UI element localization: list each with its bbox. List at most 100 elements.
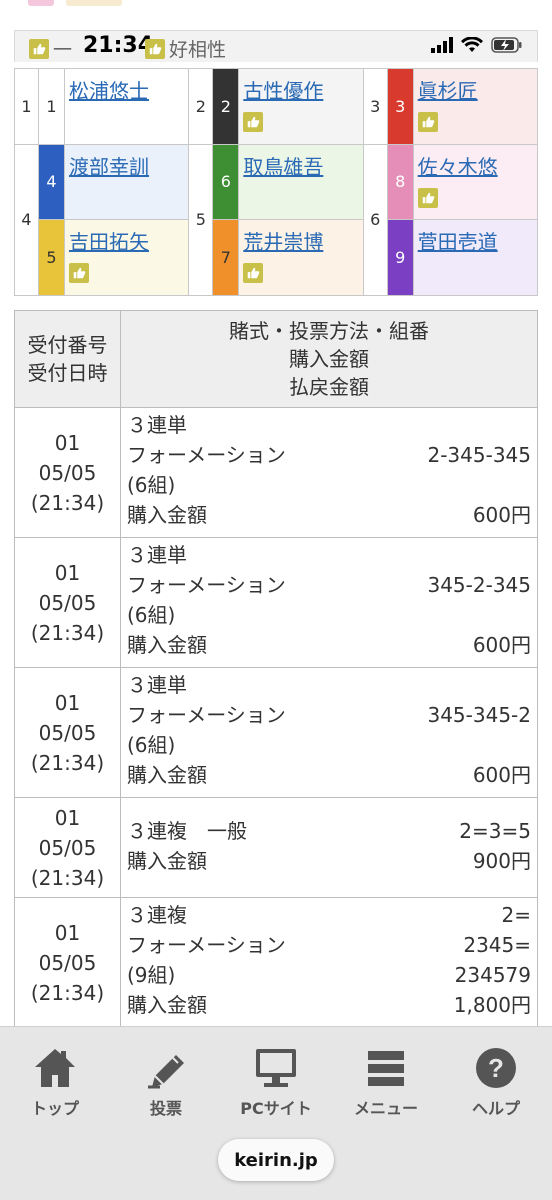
- bet-method-row: フォーメーション 345-345-2: [127, 700, 531, 730]
- legend-label-1: 一: [53, 39, 73, 61]
- column-header-receipt: 受付番号 受付日時: [14, 310, 121, 408]
- amount-row: 購入金額 900円: [127, 846, 531, 876]
- amount-label: 購入金額: [127, 503, 207, 527]
- thumbs-up-icon: [417, 187, 438, 208]
- nav-menu-button[interactable]: メニュー: [331, 1043, 441, 1119]
- nav-top-button[interactable]: トップ: [0, 1043, 110, 1119]
- bet-detail-cell: ３連単 フォーメーション 345-2-345 (6組) 購入金額 600円: [120, 537, 538, 668]
- bet-method: フォーメーション: [127, 703, 286, 727]
- lane-number: 4: [14, 143, 39, 297]
- amount-label: 購入金額: [127, 763, 207, 787]
- bet-sets: (9組): [127, 963, 176, 987]
- rider-name-link[interactable]: 松浦悠士: [69, 75, 184, 104]
- rider-name-link[interactable]: 眞杉匠: [418, 75, 533, 104]
- svg-text:?: ?: [488, 1053, 504, 1083]
- rider-lineup-table: 1 1 松浦悠士 2 2 古性優作 3 3 眞杉匠 4 4 渡部幸訓 5 6 取…: [14, 68, 539, 297]
- bet-type: ３連複: [127, 903, 187, 927]
- rider-name-link[interactable]: 佐々木悠: [418, 151, 533, 180]
- thumbs-up-icon: [29, 38, 49, 59]
- amount-row: 購入金額 600円: [127, 760, 531, 790]
- bet-combo: 345-345-2: [427, 703, 531, 727]
- thumbs-up-icon: [243, 112, 264, 132]
- receipt-time: (21:34): [30, 865, 105, 890]
- bet-method: フォーメーション: [127, 933, 286, 957]
- receipt-time: (21:34): [30, 620, 105, 645]
- thumbs-up-icon: [243, 263, 264, 284]
- receipt-date: 05/05: [38, 950, 97, 975]
- receipt-date: 05/05: [38, 460, 97, 485]
- legend-label-2: 好相性: [169, 39, 227, 61]
- legend-item-2: 好相性: [145, 35, 226, 62]
- table-row: 01 05/05 (21:34) ３連単 フォーメーション 2-345-345 (…: [14, 407, 538, 538]
- bet-detail-cell: ３連単 フォーメーション 345-345-2 (6組) 購入金額 600円: [120, 667, 538, 798]
- amount-row: 購入金額 600円: [127, 500, 531, 530]
- amount-value: 900円: [472, 849, 531, 873]
- lane-number: 2: [188, 68, 214, 145]
- receipt-number: 01: [54, 920, 81, 945]
- rider-name-link[interactable]: 荒井崇博: [243, 226, 358, 255]
- bet-detail-cell: ３連複 2= フォーメーション 2345= (9組) 234579 購入金額 1,800…: [120, 897, 538, 1028]
- help-icon: ?: [441, 1043, 551, 1089]
- rider-name-link[interactable]: 吉田拓矢: [69, 226, 184, 255]
- pencil-icon: [111, 1043, 221, 1089]
- receipt-time: (21:34): [30, 980, 105, 1005]
- amount-row: 購入金額 600円: [127, 630, 531, 660]
- rider-number: 5: [38, 219, 65, 296]
- rider-name-link[interactable]: 渡部幸訓: [69, 151, 184, 180]
- bet-detail-cell: ３連複 一般 2=3=5 購入金額 900円: [120, 797, 538, 898]
- receipt-number: 01: [54, 430, 81, 455]
- header-text: 受付日時: [27, 361, 108, 385]
- rider-name-link[interactable]: 菅田壱道: [418, 226, 533, 255]
- battery-charging-icon: [491, 37, 522, 53]
- bet-type-row: ３連複 一般 2=3=5: [127, 816, 531, 846]
- table-row: 01 05/05 (21:34) ３連複 一般 2=3=5 購入金額 900円: [14, 797, 538, 898]
- bet-method-row: フォーメーション 2-345-345: [127, 440, 531, 470]
- nav-label: PCサイト: [240, 1099, 312, 1118]
- bet-type: ３連単: [127, 543, 187, 567]
- rider-cell: 古性優作: [238, 68, 364, 145]
- cut-badge: [28, 0, 54, 6]
- bet-method: フォーメーション: [127, 443, 286, 467]
- header-text: 受付番号: [27, 333, 108, 357]
- rider-cell: 渡部幸訓: [63, 143, 190, 221]
- rider-number: 8: [386, 143, 414, 221]
- header-text: 購入金額: [289, 347, 369, 371]
- thumbs-up-icon: [69, 263, 89, 284]
- nav-vote-button[interactable]: 投票: [111, 1043, 221, 1119]
- menu-icon: [331, 1043, 441, 1089]
- monitor-icon: [221, 1043, 331, 1089]
- browser-url-bar[interactable]: keirin.jp: [218, 1139, 334, 1181]
- bet-method-row: フォーメーション 2345=: [127, 930, 531, 960]
- nav-pc-site-button[interactable]: PCサイト: [221, 1043, 331, 1119]
- header-text: 払戻金額: [289, 375, 369, 399]
- bet-method: フォーメーション: [127, 573, 286, 597]
- rider-number: 2: [212, 68, 240, 145]
- rider-number: 7: [212, 219, 240, 296]
- status-time: 21:34: [83, 33, 154, 58]
- home-icon: [0, 1043, 110, 1089]
- amount-value: 1,800円: [453, 993, 531, 1017]
- bet-history-table: 受付番号 受付日時 賭式・投票方法・組番 購入金額 払戻金額 01 05/05 …: [14, 310, 538, 1028]
- bet-sets-row: (9組) 234579: [127, 960, 531, 990]
- amount-label: 購入金額: [127, 849, 207, 873]
- amount-row: 購入金額 1,800円: [127, 990, 531, 1020]
- nav-help-button[interactable]: ? ヘルプ: [441, 1043, 551, 1119]
- rider-number: 4: [38, 143, 65, 221]
- rider-cell: 菅田壱道: [412, 219, 539, 296]
- wifi-icon: [461, 37, 483, 52]
- amount-label: 購入金額: [127, 993, 207, 1017]
- rider-name-link[interactable]: 古性優作: [243, 75, 358, 104]
- rider-number: 9: [386, 219, 414, 296]
- receipt-date: 05/05: [38, 590, 97, 615]
- table-header-row: 受付番号 受付日時 賭式・投票方法・組番 購入金額 払戻金額: [14, 310, 538, 408]
- receipt-cell: 01 05/05 (21:34): [14, 667, 121, 798]
- bet-combo: 234579: [454, 963, 531, 987]
- rider-name-link[interactable]: 取鳥雄吾: [243, 151, 358, 180]
- rider-cell: 取鳥雄吾: [238, 143, 364, 221]
- rider-number: 1: [38, 68, 65, 145]
- legend-item-1: 一: [29, 35, 72, 62]
- bet-type-row: ３連複 2=: [127, 900, 531, 930]
- header-text: 賭式・投票方法・組番: [229, 319, 429, 343]
- rider-cell: 佐々木悠: [412, 143, 539, 221]
- signal-icon: [431, 37, 453, 53]
